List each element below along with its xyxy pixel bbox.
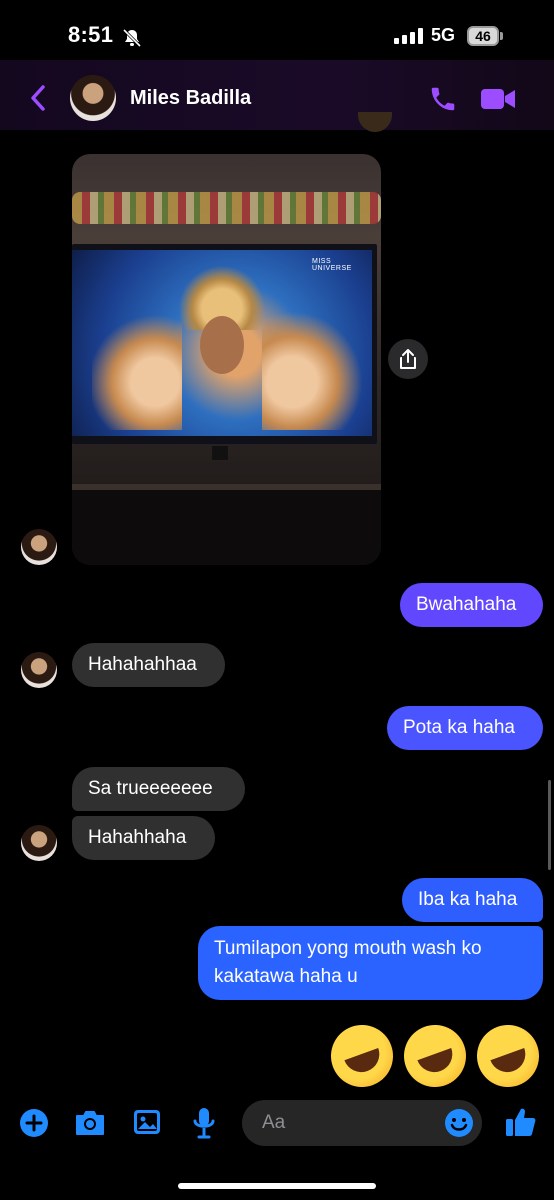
message-text-line1: Tumilapon yong mouth wash ko (214, 938, 482, 959)
received-message[interactable]: Sa trueeeeeee (72, 767, 245, 811)
network-type: 5G (431, 25, 456, 45)
battery-icon: 46 (467, 26, 499, 46)
plus-icon[interactable] (19, 1108, 49, 1143)
tv-cabinet (72, 484, 381, 565)
contact-avatar[interactable] (70, 75, 116, 121)
phone-call-icon[interactable] (428, 84, 458, 119)
sender-avatar[interactable] (21, 652, 57, 688)
thumbs-up-icon[interactable] (504, 1105, 538, 1144)
photo-tv: MISS UNIVERSE (72, 244, 377, 444)
back-chevron-icon[interactable] (28, 84, 48, 117)
laughing-emoji-icon[interactable] (395, 1016, 475, 1096)
message-text: Bwahahaha (416, 594, 517, 615)
video-call-icon[interactable] (480, 86, 516, 117)
scrollbar[interactable] (548, 780, 551, 870)
message-text: Sa trueeeeeee (88, 778, 213, 799)
home-indicator[interactable] (178, 1183, 376, 1189)
message-text: Hahahhaha (88, 827, 187, 848)
photo-garland (72, 192, 381, 224)
received-message[interactable]: Hahahahhaa (72, 643, 225, 687)
gallery-icon[interactable] (132, 1108, 162, 1141)
tv-stand (212, 446, 228, 460)
share-button[interactable] (388, 339, 428, 379)
camera-icon[interactable] (74, 1109, 106, 1142)
battery-level: 46 (475, 28, 491, 44)
message-text: Hahahahhaa (88, 654, 197, 675)
microphone-icon[interactable] (192, 1106, 216, 1145)
contact-name[interactable]: Miles Badilla (130, 87, 251, 110)
status-time: 8:51 (68, 22, 114, 47)
share-icon (400, 349, 416, 369)
sent-message[interactable]: Bwahahaha (400, 583, 543, 627)
sender-avatar[interactable] (21, 529, 57, 565)
costume-wing-right (262, 310, 362, 430)
battery-tip (500, 32, 503, 40)
tv-logo: MISS UNIVERSE (312, 258, 352, 272)
received-message[interactable]: Hahahhaha (72, 816, 215, 860)
sent-message[interactable]: Iba ka haha (402, 878, 543, 922)
message-text: Iba ka haha (418, 889, 518, 910)
message-text: Pota ka haha (403, 717, 515, 738)
laughing-emoji-icon[interactable] (322, 1016, 402, 1096)
costume-wing-left (92, 310, 182, 430)
contestant-face (200, 316, 244, 374)
sender-avatar[interactable] (21, 825, 57, 861)
sent-message[interactable]: Tumilapon yong mouth wash ko kakatawa ha… (198, 926, 543, 1000)
sent-message[interactable]: Pota ka haha (387, 706, 543, 750)
tv-screen: MISS UNIVERSE (72, 250, 372, 436)
message-text-line2: kakatawa haha u (214, 966, 358, 987)
emoji-smiley-icon[interactable] (444, 1108, 474, 1143)
message-input-placeholder: Aa (262, 1112, 286, 1133)
laughing-emoji-icon[interactable] (468, 1016, 548, 1096)
shared-photo[interactable]: MISS UNIVERSE (72, 154, 381, 565)
signal-icon (394, 28, 423, 44)
silent-bell-icon (122, 28, 142, 53)
